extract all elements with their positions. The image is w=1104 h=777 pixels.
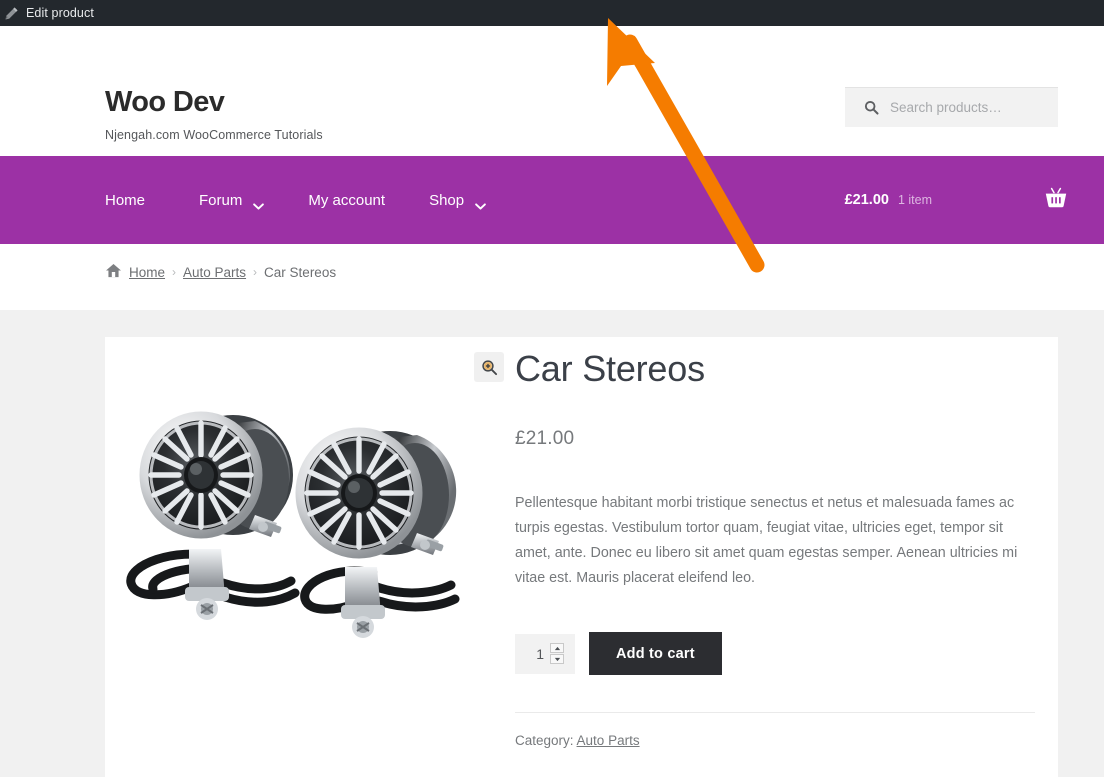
pencil-icon (4, 6, 19, 21)
product-title: Car Stereos (515, 348, 705, 389)
nav-item-shop[interactable]: Shop (407, 191, 508, 210)
product-summary: Car Stereos £21.00 Pellentesque habitant… (515, 337, 1035, 748)
cart-item-count: 1 item (897, 193, 932, 207)
meta-divider (515, 712, 1035, 714)
product-description: Pellentesque habitant morbi tristique se… (515, 494, 1018, 587)
nav-item-home[interactable]: Home (105, 192, 177, 209)
nav-menu: Home Forum My account Shop (105, 156, 508, 244)
product-card: Car Stereos £21.00 Pellentesque habitant… (105, 337, 1058, 777)
quantity-input[interactable] (526, 645, 544, 662)
product-search[interactable] (845, 87, 1058, 127)
product-price: £21.00 (515, 427, 575, 449)
breadcrumb-separator: › (253, 265, 258, 279)
quantity-decrease-button[interactable] (550, 654, 564, 665)
quantity-stepper[interactable] (515, 633, 575, 674)
shopping-basket-icon[interactable] (1044, 187, 1068, 214)
cart-total: £21.00 (844, 192, 889, 208)
breadcrumb-link-auto-parts[interactable]: Auto Parts (183, 265, 246, 280)
category-link[interactable]: Auto Parts (577, 733, 640, 748)
chevron-down-icon (475, 197, 486, 210)
primary-navigation: Home Forum My account Shop £21.00 1 item (0, 156, 1104, 244)
chevron-down-icon (253, 197, 265, 210)
category-label: Category: (515, 733, 574, 749)
site-header: Woo Dev Njengah.com WooCommerce Tutorial… (0, 26, 1104, 156)
breadcrumb-bar: Home › Auto Parts › Car Stereos (0, 244, 1104, 310)
search-input[interactable] (890, 100, 1040, 115)
product-meta: Category: Auto Parts (515, 733, 1035, 748)
nav-item-label: Shop (429, 191, 465, 209)
breadcrumb: Home › Auto Parts › Car Stereos (105, 263, 336, 281)
page-root: Edit product Woo Dev Njengah.com WooComm… (0, 0, 1104, 777)
breadcrumb-current: Car Stereos (264, 264, 337, 280)
product-image[interactable] (105, 397, 484, 697)
breadcrumb-link-home[interactable]: Home (129, 265, 165, 280)
site-title[interactable]: Woo Dev (105, 88, 323, 117)
breadcrumb-separator: › (172, 265, 177, 279)
product-gallery (105, 337, 504, 717)
add-to-cart-form: Add to cart (515, 632, 1035, 676)
wp-admin-bar: Edit product (0, 0, 1104, 26)
nav-item-label: Forum (199, 191, 243, 209)
quantity-spinner[interactable] (550, 643, 564, 665)
nav-item-forum[interactable]: Forum (177, 191, 286, 210)
quantity-increase-button[interactable] (550, 643, 564, 654)
cart-summary[interactable]: £21.00 1 item (845, 156, 1068, 244)
home-icon[interactable] (105, 263, 122, 281)
nav-item-label: My account (308, 191, 386, 209)
site-tagline: Njengah.com WooCommerce Tutorials (105, 128, 323, 142)
nav-item-label: Home (105, 191, 146, 209)
site-branding: Woo Dev Njengah.com WooCommerce Tutorial… (105, 88, 323, 143)
admin-bar-edit-label[interactable]: Edit product (26, 6, 94, 20)
add-to-cart-button[interactable]: Add to cart (589, 632, 722, 676)
search-icon (864, 100, 879, 115)
magnifier-plus-icon[interactable] (474, 352, 504, 382)
nav-item-my-account[interactable]: My account (286, 192, 407, 209)
